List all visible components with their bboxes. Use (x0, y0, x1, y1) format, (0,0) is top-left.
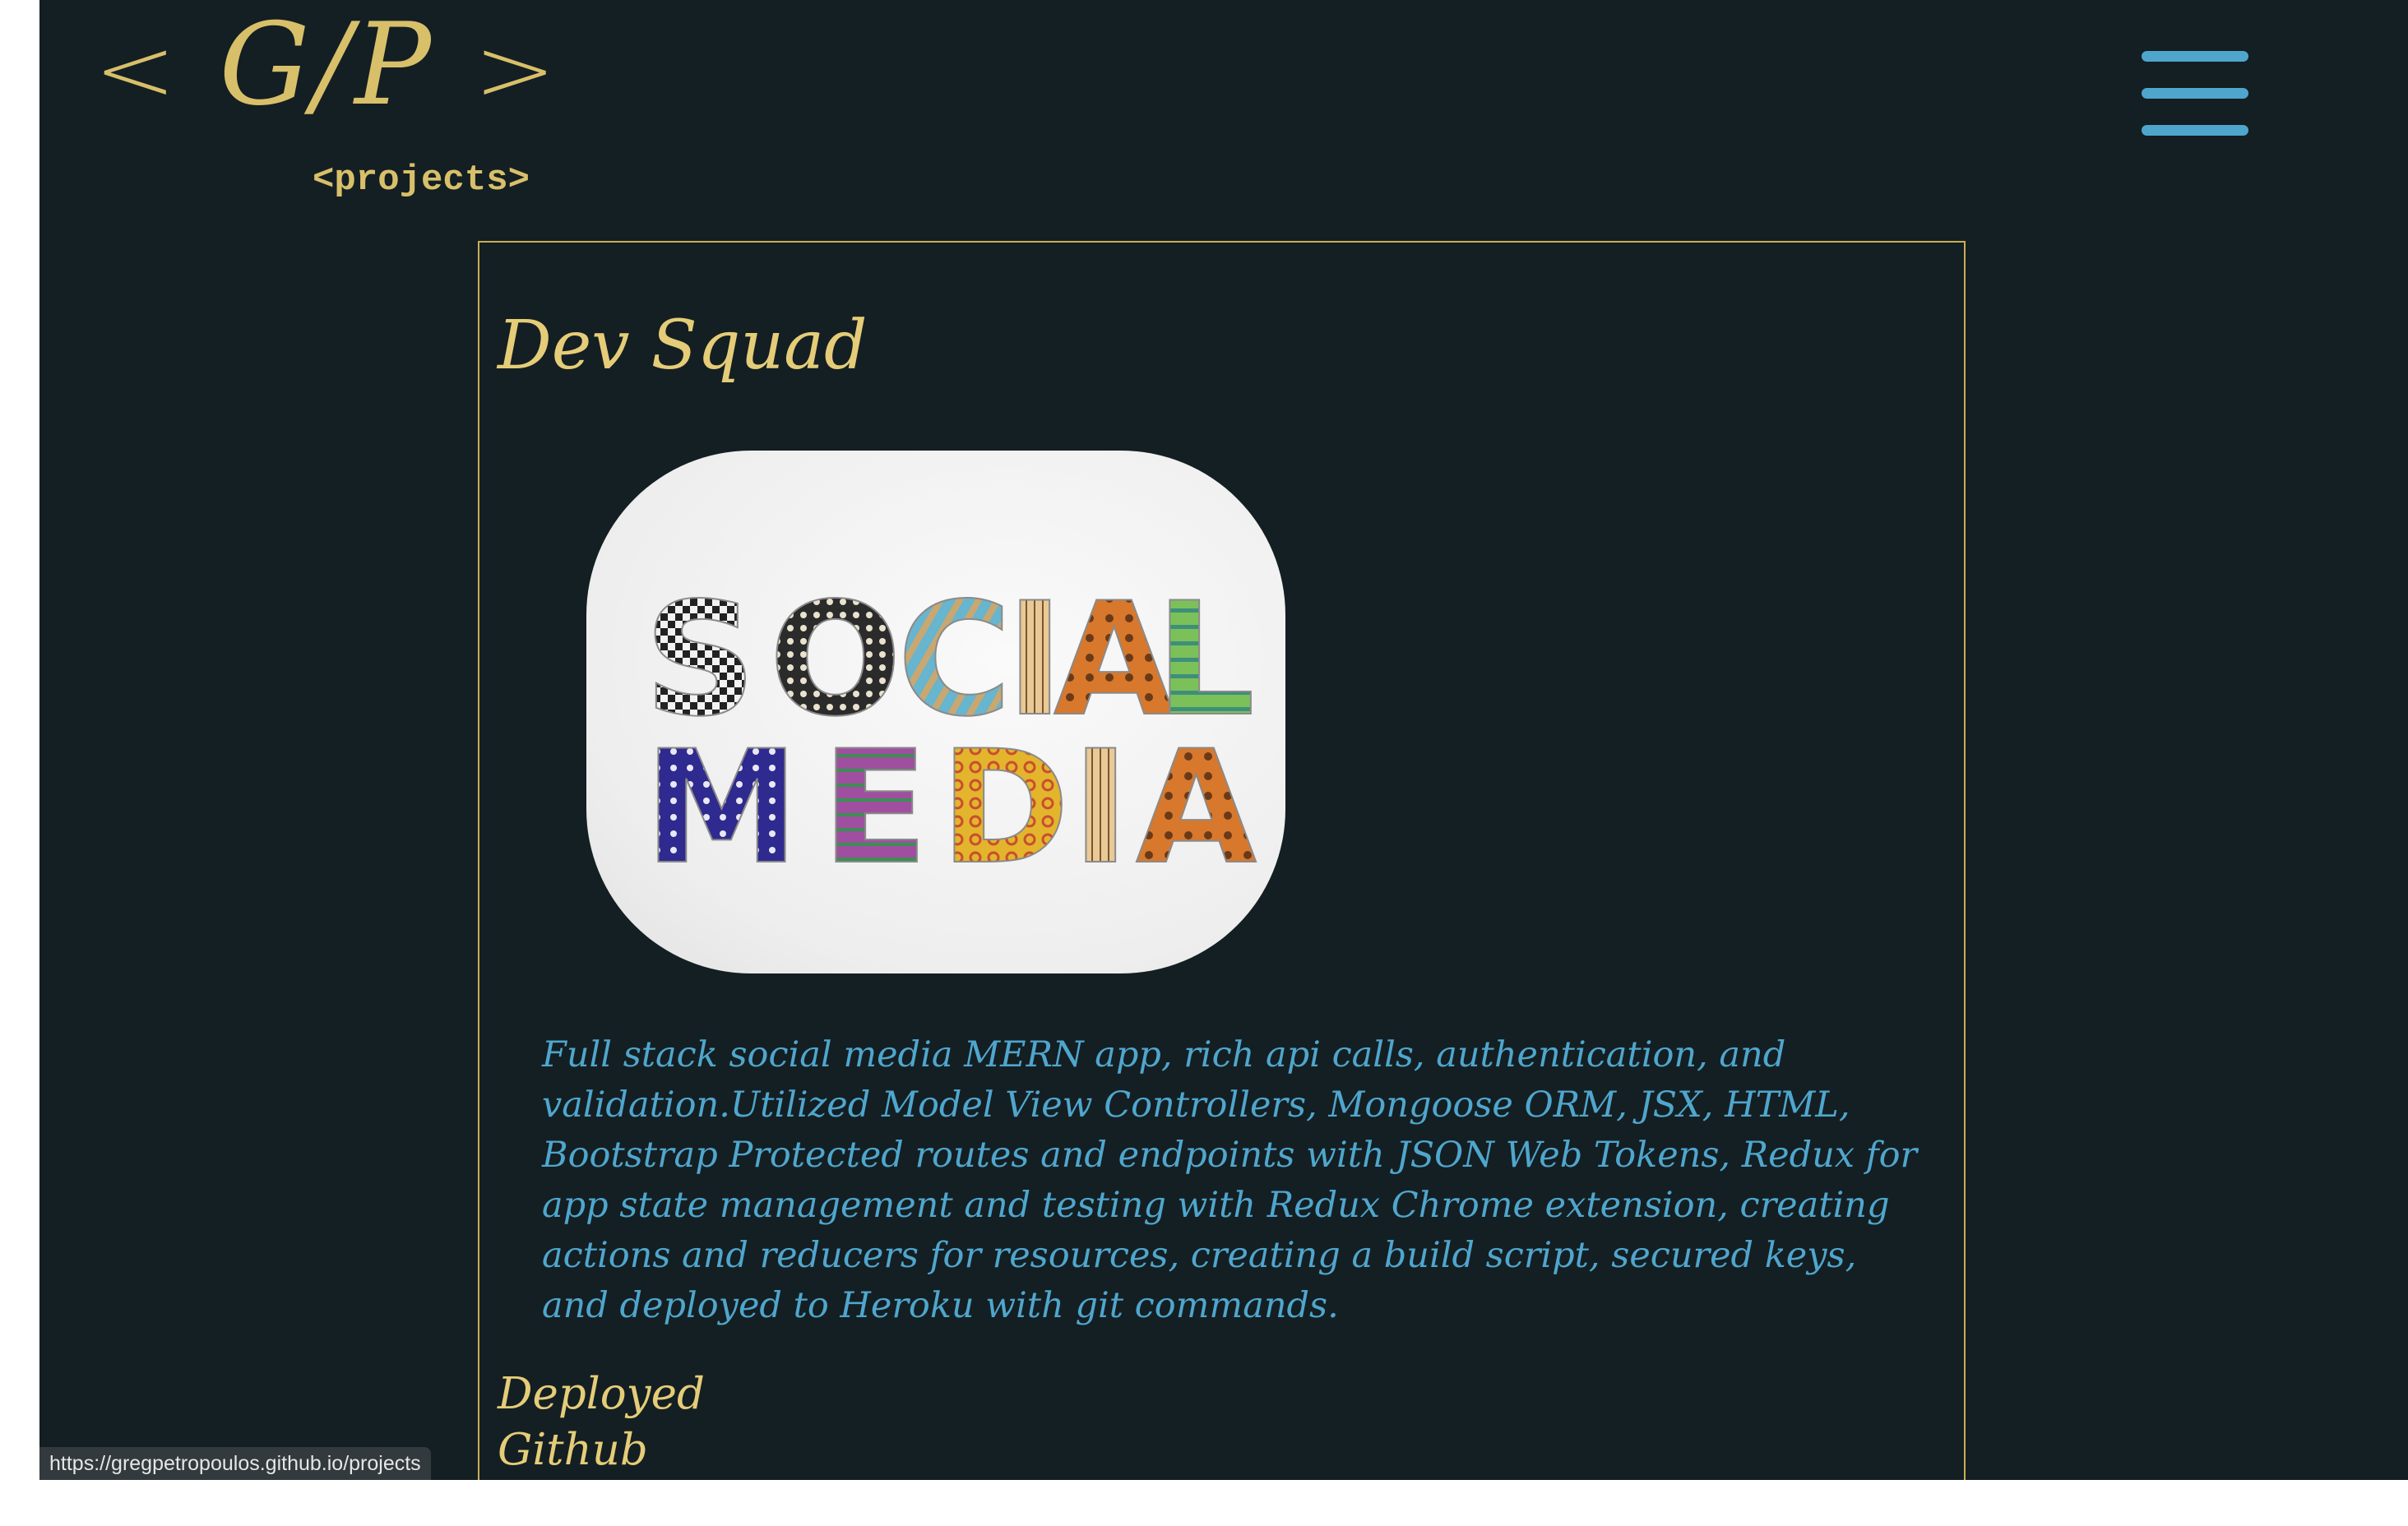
social-media-illustration: S O C I A L M E D I A (643, 568, 1257, 899)
status-bar-url: https://gregpetropoulos.github.io/projec… (39, 1447, 431, 1480)
menu-bar (2142, 51, 2248, 62)
page: < G/P > <projects> Dev Squad S O C I A L… (39, 0, 2408, 1480)
svg-text:A: A (1136, 717, 1257, 899)
project-image: S O C I A L M E D I A (586, 451, 1285, 973)
section-tag: <projects> (313, 160, 530, 201)
project-title: Dev Squad (498, 307, 868, 385)
svg-text:M: M (644, 717, 799, 899)
svg-text:I: I (1072, 717, 1130, 899)
logo-right-bracket: > (473, 18, 560, 123)
site-logo[interactable]: < G/P > (94, 0, 559, 131)
github-link[interactable]: Github (498, 1425, 648, 1475)
logo-left-bracket: < (94, 18, 180, 123)
svg-text:D: D (940, 717, 1070, 899)
svg-text:E: E (822, 717, 928, 899)
logo-initials: G/P (219, 0, 435, 131)
project-description: Full stack social media MERN app, rich a… (542, 1034, 1918, 1326)
menu-bar (2142, 125, 2248, 136)
project-card: Dev Squad S O C I A L M E D I A Full sta… (478, 241, 1966, 1480)
menu-bar (2142, 88, 2248, 99)
hamburger-menu-icon[interactable] (2142, 48, 2250, 140)
deployed-link[interactable]: Deployed (498, 1369, 705, 1419)
